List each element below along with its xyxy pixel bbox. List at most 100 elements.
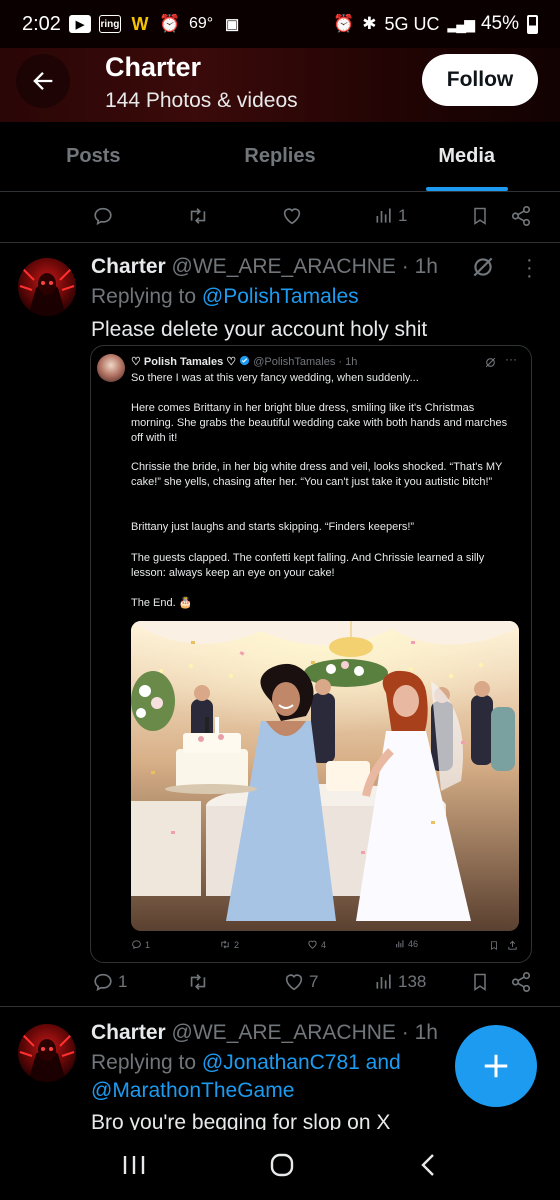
quote-paragraph: The End. 🎂 [131,597,193,609]
views-count: 138 [398,972,427,991]
battery-icon [527,14,538,34]
views-count: 1 [398,206,408,225]
quote-like-count: 4 [321,939,327,950]
avatar[interactable] [18,258,76,316]
alarm-icon: ⏰ [159,14,181,33]
grok-icon[interactable] [484,356,497,369]
tab-posts[interactable]: Posts [0,122,187,191]
wedding-scene-art [131,621,519,931]
heart-icon [285,974,303,991]
quoted-post[interactable]: ♡ Polish Tamales ♡ @PolishTamales · 1h ·… [90,345,532,963]
quote-paragraph: Brittany just laughs and starts skipping… [131,521,415,533]
quote-repost-button[interactable]: 2 [219,939,239,950]
quote-repost-count: 2 [234,939,240,950]
bookmark-icon [474,973,486,991]
repost-icon [190,974,206,990]
compose-button[interactable] [455,1025,537,1107]
grok-icon[interactable] [470,254,496,280]
author-handle[interactable]: @WE_ARE_ARACHNE · 1h [172,255,438,278]
more-icon[interactable]: ··· [505,352,517,366]
share-icon [511,206,531,226]
reply-icon [94,207,112,226]
youtube-icon: ▶ [68,15,91,33]
bookmark-icon[interactable] [489,940,499,951]
quote-author-handle[interactable]: @PolishTamales · 1h [253,356,357,368]
quote-reply-button[interactable]: 1 [131,939,150,950]
battery-label: 45% [480,13,519,34]
back-icon[interactable] [417,1152,439,1178]
signal-icon: ▂▄▆ [447,15,475,32]
wedding-image[interactable] [131,621,519,931]
author-name[interactable]: Charter [91,255,166,278]
profile-name: Charter [105,52,202,82]
media-count: 144 Photos & videos [105,89,298,112]
quote-paragraph: Chrissie the bride, in her big white dre… [131,461,503,488]
w-app-icon: W [131,13,149,34]
quote-views-count: 46 [408,939,419,949]
home-icon[interactable] [269,1152,295,1178]
replying-label: Replying to [91,1051,202,1074]
plus-icon [484,1054,508,1078]
back-button[interactable] [16,54,70,108]
bluetooth-icon: ✱ [362,14,377,33]
like-count: 7 [309,972,319,991]
heart-icon [308,940,317,949]
follow-button[interactable]: Follow [422,54,538,106]
reply-icon [132,940,141,950]
quote-paragraph: So there I was at this very fancy weddin… [131,372,419,384]
mention-link[interactable]: @MarathonTheGame [91,1079,294,1103]
tab-replies[interactable]: Replies [187,122,374,191]
verified-icon [240,355,250,366]
status-temp: 69° [188,15,214,32]
mention-link[interactable]: @JonathanC781 and [202,1051,401,1074]
share-button[interactable] [510,971,532,993]
avatar-art [19,1033,75,1082]
views-icon [376,208,391,223]
views-button[interactable]: 1 [374,206,407,226]
repost-icon [221,940,229,949]
ring-icon: ring [98,15,121,33]
quote-views-button[interactable]: 46 [395,939,418,949]
quote-paragraph: Here comes Brittany in her bright blue d… [131,402,508,444]
replying-label: Replying to [91,285,202,308]
share-icon[interactable] [507,940,518,951]
repost-icon [190,208,206,224]
share-button[interactable] [510,205,532,227]
reply-button[interactable] [92,205,114,227]
profile-tabs: Posts Replies Media [0,122,560,192]
like-button[interactable]: 7 [283,971,318,993]
views-button[interactable]: 138 [374,972,426,992]
quote-author-name[interactable]: ♡ Polish Tamales ♡ [131,356,236,368]
network-label: 5G UC [384,13,440,34]
bookmark-button[interactable] [470,971,490,993]
tab-media[interactable]: Media [373,122,560,191]
quote-paragraph: The guests clapped. The confetti kept fa… [131,552,485,579]
reply-count: 1 [118,972,128,991]
recents-icon[interactable] [121,1153,147,1177]
previous-post-actions: 1 [0,196,560,236]
status-time: 2:02 [22,12,61,35]
share-icon [511,972,531,992]
repost-button[interactable] [186,205,210,227]
post-actions: 1 7 138 [0,962,560,1002]
author-name[interactable]: Charter [91,1021,166,1044]
avatar[interactable] [18,1024,76,1082]
status-bar: 2:02 ▶ ring W ⏰ 69° ▣ ⏰ ✱ 5G UC ▂▄▆ 45% [0,0,560,48]
avatar-art [19,267,75,316]
alarm-icon: ⏰ [333,14,355,33]
profile-header: Charter 144 Photos & videos Follow [0,40,560,122]
quote-reply-count: 1 [145,939,151,950]
views-icon [396,940,404,948]
quote-avatar[interactable] [97,354,125,382]
views-icon [376,974,391,989]
reply-button[interactable]: 1 [92,971,127,993]
divider [0,1006,560,1007]
author-handle[interactable]: @WE_ARE_ARACHNE · 1h [172,1021,438,1044]
repost-button[interactable] [186,971,210,993]
mention-link[interactable]: @PolishTamales [202,285,359,308]
quote-like-button[interactable]: 4 [307,939,326,950]
like-button[interactable] [281,205,303,227]
more-icon[interactable]: ··· [526,250,533,286]
bookmark-button[interactable] [470,205,490,227]
divider [0,242,560,243]
